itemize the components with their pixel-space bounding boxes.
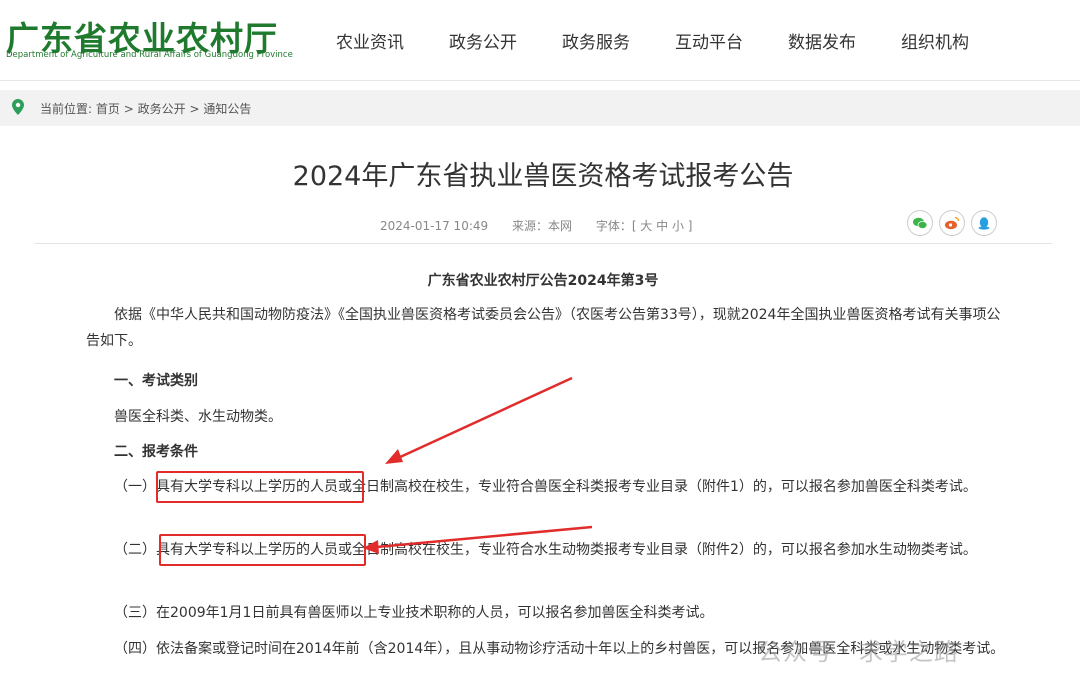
arrow-icon bbox=[385, 376, 573, 464]
breadcrumb-trail: 当前位置: 首页 > 政务公开 > 通知公告 bbox=[40, 100, 251, 117]
breadcrumb-notices[interactable]: 通知公告 bbox=[203, 102, 251, 116]
location-pin-icon bbox=[12, 99, 24, 115]
site-logo-subtitle: Department of Agriculture and Rural Affa… bbox=[6, 50, 293, 60]
section-heading-category: 一、考试类别 bbox=[114, 373, 198, 389]
nav-item-interaction[interactable]: 互动平台 bbox=[675, 28, 743, 53]
nav-item-organization[interactable]: 组织机构 bbox=[901, 28, 969, 53]
breadcrumb: 当前位置: 首页 > 政务公开 > 通知公告 bbox=[0, 90, 1080, 126]
article-date: 2024-01-17 10:49 bbox=[380, 219, 489, 233]
breadcrumb-sep: > bbox=[123, 102, 134, 116]
nav-item-services[interactable]: 政务服务 bbox=[562, 28, 630, 53]
watermark: 公众号 · 求学之路 bbox=[758, 638, 959, 666]
article-divider bbox=[34, 243, 1052, 244]
section-body-category: 兽医全科类、水生动物类。 bbox=[114, 409, 282, 425]
highlight-box bbox=[159, 534, 366, 566]
main-nav: 农业资讯 政务公开 政务服务 互动平台 数据发布 组织机构 bbox=[336, 28, 1014, 53]
wechat-icon[interactable] bbox=[907, 210, 933, 236]
intro-paragraph: 依据《中华人民共和国动物防疫法》《全国执业兽医资格考试委员会公告》（农医考公告第… bbox=[86, 307, 1001, 349]
notice-number: 广东省农业农村厅公告2024年第3号 bbox=[427, 273, 659, 289]
nav-item-gov-affairs[interactable]: 政务公开 bbox=[449, 28, 517, 53]
nav-item-data[interactable]: 数据发布 bbox=[788, 28, 856, 53]
breadcrumb-prefix: 当前位置: bbox=[40, 102, 93, 116]
site-header: 广东省农业农村厅 Department of Agriculture and R… bbox=[0, 0, 1080, 81]
breadcrumb-home[interactable]: 首页 bbox=[96, 102, 120, 116]
breadcrumb-sep: > bbox=[189, 102, 200, 116]
qq-icon[interactable] bbox=[971, 210, 997, 236]
weibo-icon[interactable] bbox=[939, 210, 965, 236]
font-size-switch[interactable]: 字体：[ 大 中 小 ] bbox=[596, 219, 693, 233]
article-title: 2024年广东省执业兽医资格考试报考公告 bbox=[292, 161, 794, 192]
condition-3: （三）在2009年1月1日前具有兽医师以上专业技术职称的人员，可以报名参加兽医全… bbox=[114, 605, 714, 621]
highlight-box bbox=[156, 471, 364, 503]
article-meta: 2024-01-17 10:49 来源：本网 字体：[ 大 中 小 ] bbox=[380, 217, 712, 234]
breadcrumb-gov-affairs[interactable]: 政务公开 bbox=[138, 102, 186, 116]
article-source: 来源：本网 bbox=[511, 219, 572, 233]
section-heading-eligibility: 二、报考条件 bbox=[114, 444, 198, 460]
nav-item-news[interactable]: 农业资讯 bbox=[336, 28, 404, 53]
